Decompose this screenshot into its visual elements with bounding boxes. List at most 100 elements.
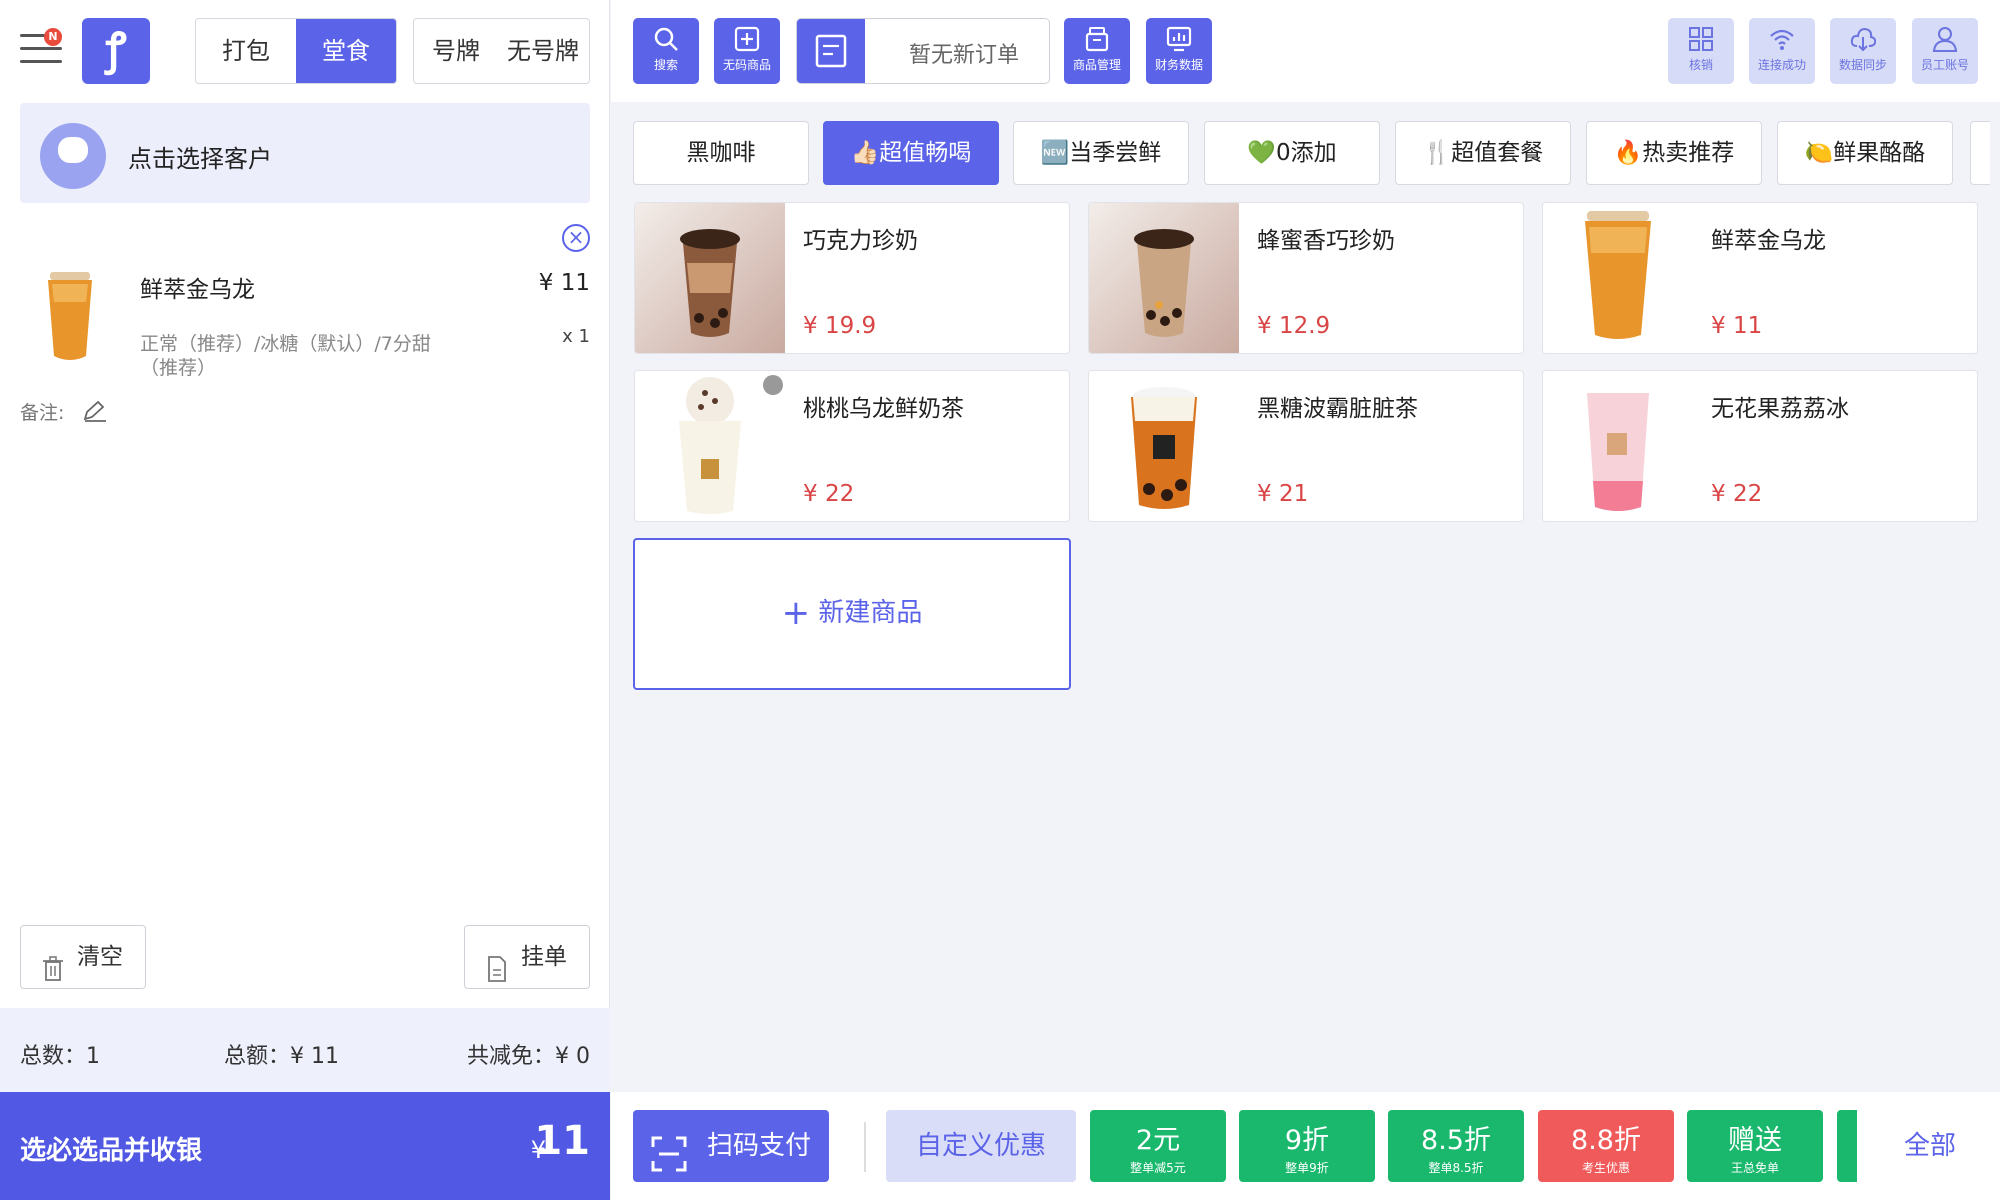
discount-title: 8.5折 <box>1421 1125 1491 1156</box>
select-customer-label: 点击选择客户 <box>128 145 272 173</box>
scan-pay-label: 扫码支付 <box>707 1131 812 1161</box>
product-image <box>1543 203 1693 353</box>
all-discounts-button[interactable]: 全部 <box>1880 1110 1980 1182</box>
memo-row[interactable]: 备注: <box>20 398 108 427</box>
staff-account-button[interactable]: 员工账号 <box>1912 18 1978 84</box>
no-number-plate-button[interactable]: 无号牌 <box>498 19 588 83</box>
new-product-button[interactable]: + 新建商品 <box>633 538 1071 690</box>
product-card[interactable]: 无花果荔荔冰 ¥ 22 <box>1542 370 1978 522</box>
memo-label: 备注: <box>20 402 65 424</box>
product-price: ¥ 22 <box>803 481 855 507</box>
order-panel: N ꝭ 打包 堂食 号牌 无号牌 点击选择客户 × 鲜萃金乌龙 ¥ 11 x 1… <box>0 0 610 1200</box>
order-type-toggle: 打包 堂食 <box>195 18 397 84</box>
discount-subtitle: 整单减5元 <box>1130 1161 1186 1175</box>
checkout-button[interactable]: 选必选品并收银 ¥ 11 <box>0 1092 610 1200</box>
category-tab-overflow[interactable] <box>1970 121 1990 185</box>
dine-in-button[interactable]: 堂食 <box>296 19 396 83</box>
category-tab[interactable]: 🍋鲜果酪酪 <box>1777 121 1953 185</box>
new-orders-indicator[interactable]: 暂无新订单 <box>796 18 1050 84</box>
finance-data-button[interactable]: 财务数据 <box>1146 18 1212 84</box>
product-management-label: 商品管理 <box>1072 58 1121 72</box>
product-image <box>1089 203 1239 353</box>
category-tab[interactable]: 👍🏻超值畅喝 <box>823 121 999 185</box>
product-card[interactable]: 黑糖波霸脏脏茶 ¥ 21 <box>1088 370 1524 522</box>
discount-button[interactable]: 8.8折 考生优惠 <box>1538 1110 1674 1182</box>
discount-button[interactable]: 9折 整单9折 <box>1239 1110 1375 1182</box>
product-price: ¥ 19.9 <box>803 313 877 339</box>
search-button[interactable]: 搜索 <box>633 18 699 84</box>
custom-discount-button[interactable]: 自定义优惠 <box>886 1110 1076 1182</box>
no-barcode-product-button[interactable]: 无码商品 <box>714 18 780 84</box>
edit-icon[interactable] <box>82 400 108 427</box>
product-card[interactable]: 桃桃乌龙鲜奶茶 ¥ 22 <box>634 370 1070 522</box>
product-name: 蜂蜜香巧珍奶 <box>1257 228 1395 254</box>
number-plate-button[interactable]: 号牌 <box>414 19 498 83</box>
no-barcode-label: 无码商品 <box>722 58 771 72</box>
discount-button[interactable]: 赠送 王总免单 <box>1687 1110 1823 1182</box>
wifi-icon <box>1769 26 1795 52</box>
category-tab[interactable]: 🆕当季尝鲜 <box>1013 121 1189 185</box>
category-tab[interactable]: 💚0添加 <box>1204 121 1380 185</box>
product-image <box>635 203 785 353</box>
order-item-image <box>44 272 96 364</box>
number-plate-toggle: 号牌 无号牌 <box>413 18 590 84</box>
menu-icon[interactable]: N <box>20 28 62 68</box>
product-image <box>1543 371 1693 521</box>
search-label: 搜索 <box>653 58 678 72</box>
clear-label: 清空 <box>77 944 123 970</box>
trash-icon <box>43 944 63 1006</box>
staff-account-label: 员工账号 <box>1920 58 1969 72</box>
data-sync-label: 数据同步 <box>1838 58 1887 72</box>
product-card[interactable]: 鲜萃金乌龙 ¥ 11 <box>1542 202 1978 354</box>
product-card[interactable]: 蜂蜜香巧珍奶 ¥ 12.9 <box>1088 202 1524 354</box>
discount-button[interactable]: 2元 整单减5元 <box>1090 1110 1226 1182</box>
remove-item-icon[interactable]: × <box>562 224 590 252</box>
product-card[interactable]: 巧克力珍奶 ¥ 19.9 <box>634 202 1070 354</box>
document-icon <box>487 944 507 1006</box>
product-box-icon <box>1084 26 1110 52</box>
product-name: 黑糖波霸脏脏茶 <box>1257 396 1418 422</box>
product-image <box>635 371 785 521</box>
discount-subtitle: 王总免单 <box>1730 1161 1779 1175</box>
totals-bar: 总数：1 总额：¥ 11 共减免：¥ 0 <box>0 1008 610 1092</box>
scan-pay-button[interactable]: 扫码支付 <box>633 1110 829 1182</box>
discount-button[interactable]: 8.5折 整单8.5折 <box>1388 1110 1524 1182</box>
product-name: 桃桃乌龙鲜奶茶 <box>803 396 964 422</box>
takeaway-button[interactable]: 打包 <box>196 19 296 83</box>
product-price: ¥ 11 <box>1711 313 1763 339</box>
hold-order-button[interactable]: 挂单 <box>464 925 590 989</box>
user-icon <box>1932 26 1958 52</box>
add-box-icon <box>734 26 760 52</box>
order-item-options: 正常（推荐）/冰糖（默认）/7分甜（推荐） <box>140 333 431 379</box>
discount-overflow[interactable] <box>1837 1110 1857 1182</box>
discount-subtitle: 考生优惠 <box>1581 1161 1630 1175</box>
product-image <box>1089 371 1239 521</box>
discount-subtitle: 整单9折 <box>1285 1161 1329 1175</box>
discount-title: 8.8折 <box>1571 1125 1641 1156</box>
category-tab[interactable]: 🍴超值套餐 <box>1395 121 1571 185</box>
total-discount: 共减免：¥ 0 <box>467 1044 590 1069</box>
new-product-label: 新建商品 <box>818 598 923 628</box>
category-tab[interactable]: 🔥热卖推荐 <box>1586 121 1762 185</box>
connection-label: 连接成功 <box>1757 58 1806 72</box>
grid-icon <box>1688 26 1714 52</box>
total-amount: 总额：¥ 11 <box>224 1044 339 1069</box>
select-customer-button[interactable]: 点击选择客户 <box>20 103 590 203</box>
verify-button[interactable]: 核销 <box>1668 18 1734 84</box>
product-price: ¥ 12.9 <box>1257 313 1331 339</box>
total-count: 总数：1 <box>20 1044 100 1069</box>
product-name: 鲜萃金乌龙 <box>1711 228 1826 254</box>
divider <box>864 1122 866 1172</box>
plus-icon: + <box>781 593 811 633</box>
data-sync-button[interactable]: 数据同步 <box>1830 18 1896 84</box>
search-icon <box>653 26 679 52</box>
favorite-icon[interactable] <box>763 375 783 395</box>
finance-data-label: 财务数据 <box>1154 58 1203 72</box>
discount-title: 9折 <box>1284 1125 1330 1156</box>
product-management-button[interactable]: 商品管理 <box>1064 18 1130 84</box>
cloud-download-icon <box>1850 26 1877 52</box>
connection-status-button[interactable]: 连接成功 <box>1749 18 1815 84</box>
order-item-quantity: x 1 <box>562 326 590 347</box>
clear-button[interactable]: 清空 <box>20 925 146 989</box>
category-tab[interactable]: 黑咖啡 <box>633 121 809 185</box>
